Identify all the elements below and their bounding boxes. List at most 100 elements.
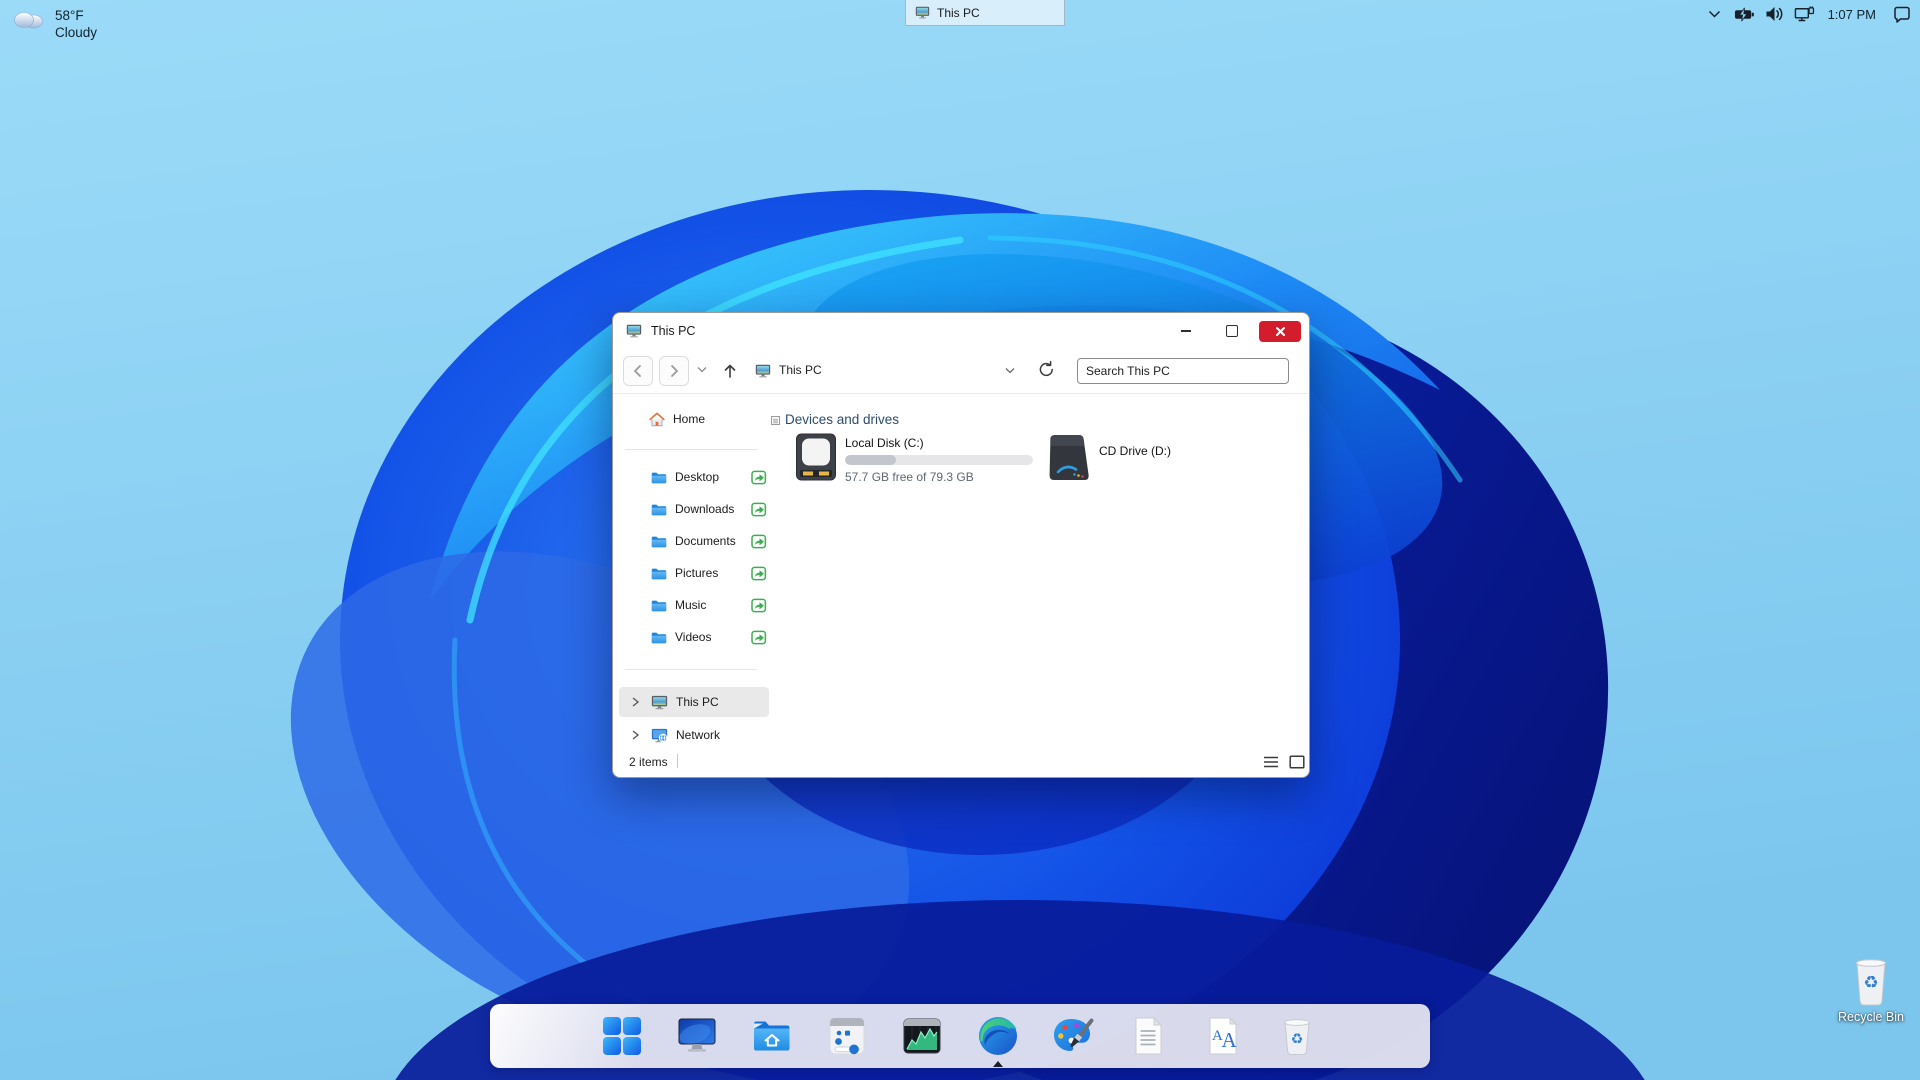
edge-running-indicator (993, 1061, 1003, 1067)
file-explorer-window: This PC This PC (612, 312, 1310, 778)
minimize-button[interactable] (1167, 318, 1205, 344)
folder-icon (651, 471, 667, 484)
home-icon (649, 412, 665, 427)
drive-usage-fill (845, 455, 896, 465)
up-button[interactable] (715, 356, 745, 386)
large-icons-view-button[interactable] (1289, 754, 1307, 770)
tray-chevron-icon[interactable] (1704, 4, 1725, 24)
forward-button[interactable] (659, 356, 689, 386)
maximize-button[interactable] (1213, 318, 1251, 344)
address-location-icon (755, 364, 771, 378)
this-pc-icon (651, 695, 668, 710)
folder-icon (651, 631, 667, 644)
sidebar-item-home[interactable]: Home (619, 405, 769, 433)
sidebar-divider (625, 669, 757, 670)
sidebar-item-this-pc[interactable]: This PC (619, 687, 769, 717)
paint-icon (1050, 1014, 1094, 1058)
share-arrow-icon[interactable] (751, 533, 767, 549)
details-view-button[interactable] (1263, 754, 1281, 770)
notifications-icon[interactable] (1891, 4, 1912, 24)
sidebar-item-pictures[interactable]: Pictures (619, 559, 769, 587)
recycle-bin-icon: ♻ (1847, 954, 1895, 1008)
sidebar-item-videos[interactable]: Videos (619, 623, 769, 651)
quick-settings-icon (825, 1014, 869, 1058)
desktop-icon-label: Recycle Bin (1838, 1010, 1904, 1024)
refresh-button[interactable] (1037, 360, 1056, 379)
taskbar-dock: A A ♻ (490, 1004, 1430, 1068)
taskbar-item-desktop[interactable] (675, 1014, 719, 1058)
start-button[interactable] (600, 1014, 644, 1058)
taskbar-item-quick-settings[interactable] (825, 1014, 869, 1058)
large-icons-view-icon (1289, 755, 1305, 769)
sidebar-item-downloads[interactable]: Downloads (619, 495, 769, 523)
taskbar-item-paint[interactable] (1050, 1014, 1094, 1058)
up-icon (721, 362, 739, 380)
refresh-icon (1037, 360, 1056, 379)
taskbar-item-font-viewer[interactable]: A A (1201, 1014, 1245, 1058)
sidebar-item-desktop[interactable]: Desktop (619, 463, 769, 491)
windows-start-icon (600, 1014, 644, 1058)
close-icon (1275, 326, 1286, 337)
svg-text:♻: ♻ (1291, 1032, 1304, 1048)
close-button[interactable] (1259, 321, 1301, 342)
battery-icon[interactable] (1734, 4, 1755, 24)
back-icon (629, 362, 647, 380)
folder-icon (651, 567, 667, 580)
task-manager-icon (900, 1014, 944, 1058)
volume-icon[interactable] (1764, 4, 1785, 24)
address-breadcrumb[interactable]: This PC (779, 363, 822, 377)
drive-name: CD Drive (D:) (1099, 444, 1171, 458)
sidebar-item-documents[interactable]: Documents (619, 527, 769, 555)
sidebar-item-music[interactable]: Music (619, 591, 769, 619)
details-view-icon (1263, 755, 1279, 769)
status-divider (677, 754, 678, 768)
window-title: This PC (651, 324, 695, 338)
file-explorer-icon (750, 1014, 794, 1058)
back-button[interactable] (623, 356, 653, 386)
share-arrow-icon[interactable] (751, 597, 767, 613)
taskbar-item-notepad[interactable] (1126, 1014, 1170, 1058)
system-tray: 1:07 PM (1704, 0, 1912, 28)
group-collapse-icon[interactable] (771, 416, 780, 425)
history-chevron-icon[interactable] (697, 366, 707, 374)
edge-icon (976, 1014, 1020, 1058)
notepad-icon (1126, 1014, 1170, 1058)
drive-name: Local Disk (C:) (845, 436, 924, 450)
hard-disk-icon (795, 433, 837, 481)
desktop-icon-recycle-bin[interactable]: ♻ Recycle Bin (1836, 954, 1906, 1024)
taskbar-window-label: This PC (937, 6, 980, 20)
taskbar-item-file-explorer[interactable] (750, 1014, 794, 1058)
clock[interactable]: 1:07 PM (1828, 7, 1876, 22)
weather-widget[interactable]: 58°F Cloudy (12, 7, 97, 41)
font-viewer-icon: A A (1201, 1014, 1245, 1058)
taskbar-item-task-manager[interactable] (900, 1014, 944, 1058)
svg-text:A: A (1222, 1028, 1238, 1052)
share-arrow-icon[interactable] (751, 469, 767, 485)
share-arrow-icon[interactable] (751, 501, 767, 517)
expand-chevron-icon[interactable] (629, 696, 641, 708)
expand-chevron-icon[interactable] (629, 729, 641, 741)
window-controls (1167, 313, 1301, 349)
sidebar-item-network[interactable]: Network (619, 720, 769, 750)
network-icon[interactable] (1794, 4, 1815, 24)
group-header[interactable]: Devices and drives (785, 412, 899, 427)
sidebar-divider (625, 449, 757, 450)
taskbar-item-edge[interactable] (976, 1014, 1020, 1058)
minimize-icon (1181, 330, 1191, 332)
share-arrow-icon[interactable] (751, 629, 767, 645)
forward-icon (665, 362, 683, 380)
address-chevron-icon[interactable] (1005, 367, 1015, 375)
network-icon (651, 728, 668, 743)
taskbar-window-button[interactable]: This PC (905, 0, 1065, 26)
drive-free-space: 57.7 GB free of 79.3 GB (845, 470, 974, 484)
taskbar-item-recycle-bin[interactable]: ♻ (1275, 1014, 1319, 1058)
maximize-icon (1226, 325, 1238, 337)
desktop-icon (675, 1014, 719, 1058)
window-icon (626, 324, 642, 338)
share-arrow-icon[interactable] (751, 565, 767, 581)
folder-icon (651, 599, 667, 612)
cloud-icon (12, 7, 46, 30)
cd-drive-icon (1045, 433, 1091, 483)
search-input[interactable] (1077, 358, 1289, 384)
status-bar: 2 items (613, 747, 1309, 777)
